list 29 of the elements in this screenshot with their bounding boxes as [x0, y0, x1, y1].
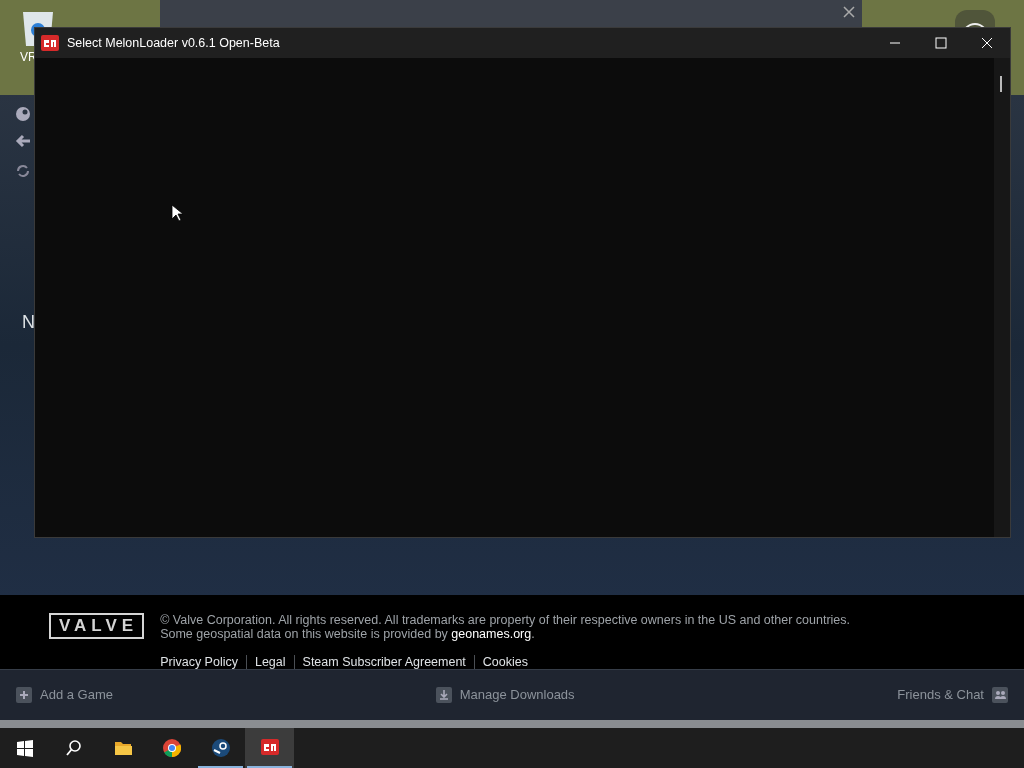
chrome-icon — [162, 739, 181, 757]
geodata-text: Some geospatial data on this website is provided by geonames.org. — [160, 627, 536, 641]
manage-downloads-button[interactable]: Manage Downloads — [435, 685, 575, 705]
steam-icon — [211, 739, 230, 757]
copyright-text: © Valve Corporation. All rights reserved. All trademarks are property of their respective owners in the US and other countries. — [160, 613, 850, 627]
close-icon — [981, 37, 993, 49]
maximize-icon — [935, 37, 947, 49]
melon-loader-icon — [41, 35, 59, 51]
scrollbar[interactable] — [994, 58, 1010, 537]
folder-icon — [113, 739, 132, 757]
valve-logo: VALVE — [49, 613, 145, 639]
melon-loader-icon — [260, 739, 279, 757]
people-icon — [992, 687, 1008, 703]
windows-icon — [15, 739, 34, 757]
download-icon — [435, 687, 452, 703]
friends-chat-button[interactable]: Friends & Chat — [897, 685, 1008, 705]
cursor-icon — [171, 204, 183, 222]
steam-icon[interactable] — [15, 106, 31, 122]
back-arrow-icon[interactable] — [15, 133, 31, 149]
close-icon[interactable] — [842, 5, 856, 19]
add-game-button[interactable]: Add a Game — [16, 685, 113, 705]
heading-text: N — [22, 311, 35, 334]
footer-link[interactable]: Privacy Policy — [160, 655, 246, 669]
search-icon — [64, 739, 83, 757]
refresh-icon[interactable] — [15, 163, 31, 179]
scrollbar-thumb[interactable] — [1000, 76, 1002, 92]
taskbar-app[interactable] — [245, 728, 294, 768]
window-title: Select MelonLoader v0.6.1 Open-Beta — [67, 34, 280, 52]
plus-icon — [16, 687, 32, 703]
